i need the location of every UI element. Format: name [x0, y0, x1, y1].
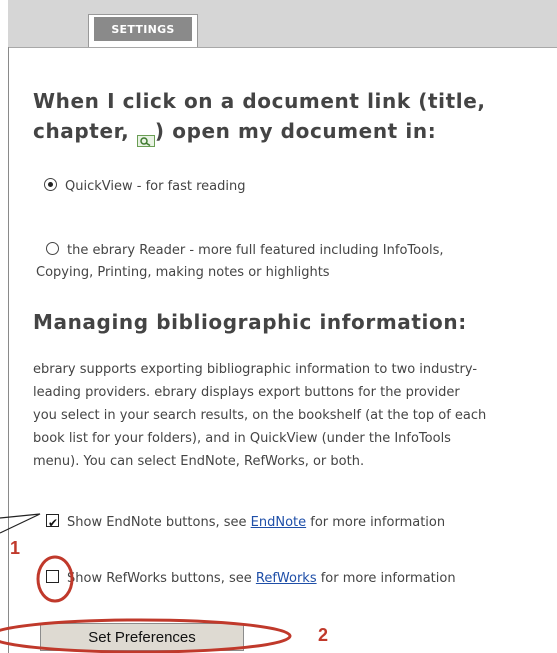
refworks-option[interactable]: Show RefWorks buttons, see RefWorks for …	[46, 568, 456, 590]
endnote-pre: Show EndNote buttons, see	[67, 515, 251, 530]
quickview-label: QuickView - for fast reading	[65, 179, 246, 194]
reader-label-line1: the ebrary Reader - more full featured i…	[67, 243, 444, 258]
endnote-link[interactable]: EndNote	[251, 515, 306, 530]
option-ebrary-reader[interactable]: the ebrary Reader - more full featured i…	[36, 240, 444, 284]
desc-line: menu). You can select EndNote, RefWorks,…	[33, 454, 365, 469]
bibliographic-heading: Managing bibliographic information:	[33, 310, 467, 334]
heading-line2-a: chapter,	[33, 119, 137, 143]
desc-line: you select in your search results, on th…	[33, 408, 487, 423]
endnote-post: for more information	[306, 515, 446, 530]
refworks-post: for more information	[316, 571, 456, 586]
quickview-radio[interactable]	[44, 178, 57, 191]
endnote-option[interactable]: Show EndNote buttons, see EndNote for mo…	[46, 512, 445, 534]
option-quickview[interactable]: QuickView - for fast reading	[44, 176, 246, 198]
endnote-checkbox[interactable]	[46, 512, 59, 534]
refworks-pre: Show RefWorks buttons, see	[67, 571, 256, 586]
set-preferences-button[interactable]: Set Preferences	[40, 623, 244, 651]
tab-bar: SETTINGS	[8, 0, 557, 48]
tab-settings-label: SETTINGS	[94, 17, 192, 41]
heading-line2-b: ) open my document in:	[154, 119, 437, 143]
refworks-link[interactable]: RefWorks	[256, 571, 317, 586]
reader-radio[interactable]	[46, 242, 59, 255]
refworks-checkbox[interactable]	[46, 570, 59, 583]
tab-settings[interactable]: SETTINGS	[88, 14, 198, 47]
annotation-number-2: 2	[318, 625, 329, 645]
desc-line: ebrary supports exporting bibliographic …	[33, 362, 478, 377]
bibliographic-description: ebrary supports exporting bibliographic …	[33, 358, 557, 473]
quickview-icon	[136, 125, 155, 147]
document-open-heading: When I click on a document link (title, …	[33, 86, 533, 147]
desc-line: book list for your folders), and in Quic…	[33, 431, 451, 446]
reader-label-line2: Copying, Printing, making notes or highl…	[36, 265, 330, 280]
heading-line1: When I click on a document link (title,	[33, 89, 486, 113]
desc-line: leading providers. ebrary displays expor…	[33, 385, 460, 400]
annotation-number-1: 1	[10, 538, 21, 558]
